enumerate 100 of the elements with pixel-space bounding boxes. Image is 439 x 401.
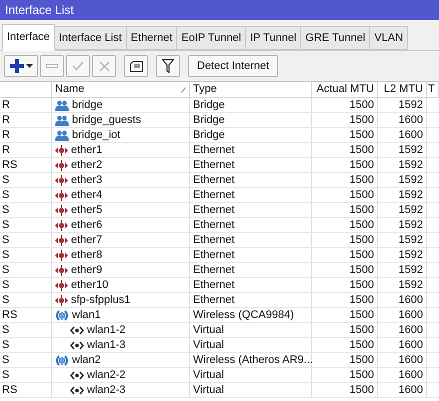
table-row[interactable]: S wlan1-3 Virtual 1500 1600 <box>0 338 439 353</box>
port-icon <box>55 204 68 216</box>
flags-cell: S <box>0 203 52 217</box>
table-row[interactable]: R ether1 Ethernet 1500 1592 <box>0 143 439 158</box>
l2-mtu-cell: 1592 <box>378 158 427 172</box>
table-row[interactable]: S wlan2 Wireless (Atheros AR9... 1500 1600 <box>0 353 439 368</box>
sort-icon <box>181 86 186 92</box>
table-row[interactable]: S ether7 Ethernet 1500 1592 <box>0 233 439 248</box>
window-title: Interface List <box>5 2 74 19</box>
detect-internet-button[interactable]: Detect Internet <box>188 55 278 77</box>
filter-button[interactable] <box>156 55 180 77</box>
table-row[interactable]: S ether6 Ethernet 1500 1592 <box>0 218 439 233</box>
header-label: Type <box>193 82 217 98</box>
table-row[interactable]: S ether8 Ethernet 1500 1592 <box>0 248 439 263</box>
table-row[interactable]: R bridge_iot Bridge 1500 1600 <box>0 128 439 143</box>
add-button[interactable] <box>4 55 38 77</box>
interface-name: ether1 <box>71 143 102 157</box>
table-row[interactable]: R bridge Bridge 1500 1592 <box>0 98 439 113</box>
type-cell: Virtual <box>190 368 312 382</box>
type-cell: Ethernet <box>190 248 312 262</box>
column-header[interactable]: Type <box>190 82 312 97</box>
type-cell: Ethernet <box>190 278 312 292</box>
l2-mtu-cell: 1592 <box>378 248 427 262</box>
interface-name: ether10 <box>71 278 108 292</box>
type-cell: Virtual <box>190 338 312 352</box>
actual-mtu-cell: 1500 <box>312 323 378 337</box>
type-cell: Ethernet <box>190 173 312 187</box>
tab[interactable]: Interface List <box>54 26 127 50</box>
l2-mtu-cell: 1592 <box>378 218 427 232</box>
plus-icon <box>10 59 24 73</box>
table-row[interactable]: S ether3 Ethernet 1500 1592 <box>0 173 439 188</box>
flags-cell: R <box>0 143 52 157</box>
header-label: Name <box>55 82 84 98</box>
column-header[interactable]: T <box>427 82 439 97</box>
tab[interactable]: IP Tunnel <box>246 26 302 50</box>
tab[interactable]: VLAN <box>370 26 408 50</box>
table-row[interactable]: R bridge_guests Bridge 1500 1600 <box>0 113 439 128</box>
column-header[interactable]: Name <box>52 82 190 97</box>
actual-mtu-cell: 1500 <box>312 338 378 352</box>
type-cell: Virtual <box>190 323 312 337</box>
type-cell: Ethernet <box>190 233 312 247</box>
column-header[interactable]: L2 MTU <box>378 82 427 97</box>
l2-mtu-cell: 1600 <box>378 368 427 382</box>
interface-name: wlan1 <box>72 308 101 322</box>
header-label: L2 MTU <box>384 82 423 98</box>
actual-mtu-cell: 1500 <box>312 293 378 307</box>
port-icon <box>55 280 68 290</box>
interface-name: ether7 <box>71 233 102 247</box>
column-header[interactable]: Actual MTU <box>312 82 378 97</box>
type-cell: Wireless (QCA9984) <box>190 308 312 322</box>
type-cell: Ethernet <box>190 263 312 277</box>
type-cell: Bridge <box>190 113 312 127</box>
port-icon <box>55 144 68 156</box>
l2-mtu-cell: 1592 <box>378 233 427 247</box>
l2-mtu-cell: 1592 <box>378 143 427 157</box>
caret-icon <box>26 64 32 68</box>
flags-cell: R <box>0 113 52 127</box>
table-row[interactable]: RS wlan2-3 Virtual 1500 1600 <box>0 383 439 398</box>
comment-button[interactable] <box>124 55 148 77</box>
flags-cell: S <box>0 368 52 382</box>
tab[interactable]: Ethernet <box>126 26 178 50</box>
flags-cell: S <box>0 353 52 367</box>
l2-mtu-cell: 1600 <box>378 128 427 142</box>
interface-name: ether2 <box>71 158 102 172</box>
port-icon <box>55 190 68 200</box>
actual-mtu-cell: 1500 <box>312 278 378 292</box>
flags-cell: S <box>0 188 52 202</box>
tab[interactable]: EoIP Tunnel <box>177 26 246 50</box>
interface-name: wlan1-3 <box>87 338 126 352</box>
interface-name: ether8 <box>71 248 102 262</box>
table-row[interactable]: S ether10 Ethernet 1500 1592 <box>0 278 439 293</box>
table-row[interactable]: S ether9 Ethernet 1500 1592 <box>0 263 439 278</box>
tab[interactable]: GRE Tunnel <box>301 26 370 50</box>
tab[interactable]: Interface <box>2 24 55 51</box>
table-row[interactable]: RS ether2 Ethernet 1500 1592 <box>0 158 439 173</box>
interface-name: wlan2-3 <box>87 383 126 397</box>
flags-cell: S <box>0 248 52 262</box>
port-icon <box>55 174 68 186</box>
actual-mtu-cell: 1500 <box>312 158 378 172</box>
header-label: T <box>428 82 435 98</box>
l2-mtu-cell: 1592 <box>378 278 427 292</box>
type-cell: Bridge <box>190 98 312 112</box>
table-row[interactable]: S sfp-sfpplus1 Ethernet 1500 1600 <box>0 293 439 308</box>
interface-name: ether3 <box>71 173 102 187</box>
flags-cell: S <box>0 278 52 292</box>
table-row[interactable]: S ether4 Ethernet 1500 1592 <box>0 188 439 203</box>
virtual-icon <box>70 340 84 350</box>
flags-cell: RS <box>0 383 52 397</box>
interface-name: bridge_guests <box>72 113 142 127</box>
actual-mtu-cell: 1500 <box>312 248 378 262</box>
port-icon <box>55 234 68 246</box>
type-cell: Virtual <box>190 383 312 397</box>
table-row[interactable]: S ether5 Ethernet 1500 1592 <box>0 203 439 218</box>
interface-name: bridge <box>72 98 103 112</box>
l2-mtu-cell: 1600 <box>378 323 427 337</box>
flags-cell: RS <box>0 158 52 172</box>
table-row[interactable]: S wlan2-2 Virtual 1500 1600 <box>0 368 439 383</box>
table-row[interactable]: RS wlan1 Wireless (QCA9984) 1500 1600 <box>0 308 439 323</box>
table-row[interactable]: S wlan1-2 Virtual 1500 1600 <box>0 323 439 338</box>
people-icon <box>55 130 69 140</box>
